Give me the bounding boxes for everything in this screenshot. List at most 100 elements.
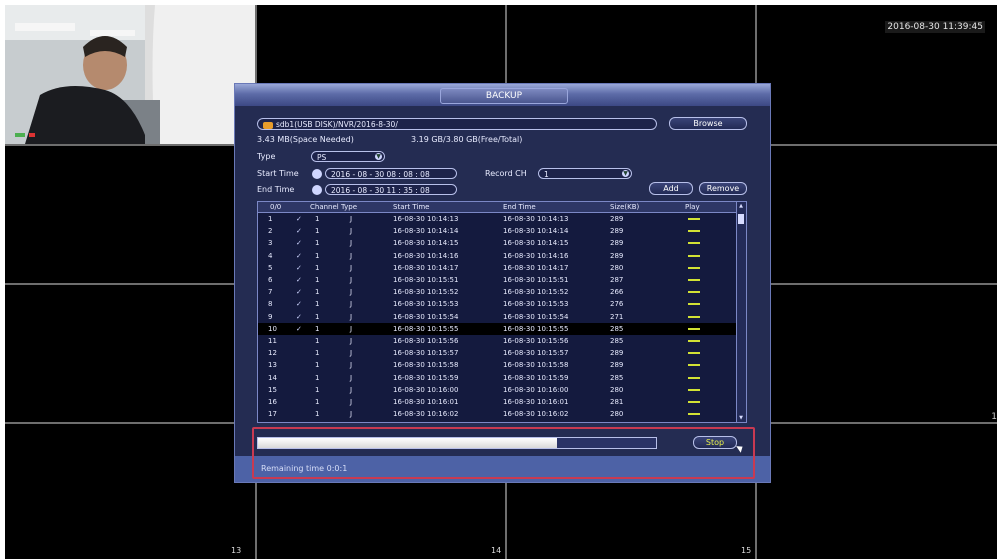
- cell-channel: 1: [315, 227, 320, 236]
- dialog-title: BACKUP: [440, 88, 568, 104]
- cell-index: 1: [268, 215, 273, 223]
- table-scrollbar[interactable]: ▲ ▼: [736, 202, 746, 422]
- cell-index: 8: [268, 300, 273, 309]
- cell-channel: 1: [315, 349, 320, 358]
- checkbox-icon[interactable]: ✓: [296, 323, 302, 335]
- cell-size: 280: [610, 385, 624, 394]
- play-icon[interactable]: [688, 218, 700, 220]
- cell-channel: 1: [315, 215, 320, 223]
- cell-start-time: 16-08-30 10:14:16: [393, 251, 459, 260]
- edge-mark: 1: [991, 412, 997, 422]
- dialog-titlebar[interactable]: BACKUP: [235, 84, 770, 106]
- cell-end-time: 16-08-30 10:15:53: [503, 300, 569, 309]
- table-row[interactable]: 14 1 J 16-08-30 10:15:59 16-08-30 10:15:59 28…: [258, 372, 736, 384]
- play-icon[interactable]: [688, 242, 700, 245]
- clock-icon: [312, 169, 322, 179]
- device-path-field[interactable]: sdb1(USB DISK)/NVR/2016-8-30/: [257, 118, 657, 130]
- table-row[interactable]: 3 1 J 16-08-30 10:14:15 16-08-30 10:14:15 289…: [258, 237, 736, 249]
- play-icon[interactable]: [688, 315, 700, 318]
- record-ch-select[interactable]: 1 ▼: [538, 168, 632, 179]
- cell-size: 285: [610, 324, 624, 333]
- table-row[interactable]: 17 1 J 16-08-30 10:16:02 16-08-30 10:16:02 28…: [258, 408, 736, 420]
- table-row[interactable]: 13 1 J 16-08-30 10:15:58 16-08-30 10:15:58 28…: [258, 359, 736, 371]
- table-row[interactable]: 16 1 J 16-08-30 10:16:01 16-08-30 10:16:01 28…: [258, 396, 736, 408]
- cell-channel: 1: [315, 239, 320, 248]
- cell-index: 6: [268, 276, 273, 284]
- browse-button[interactable]: Browse: [669, 117, 747, 130]
- play-icon[interactable]: [688, 376, 700, 379]
- cell-index: 9: [268, 312, 273, 321]
- scroll-up-icon[interactable]: ▲: [738, 203, 744, 209]
- cell-end-time: 16-08-30 10:16:01: [503, 398, 569, 406]
- cell-start-time: 16-08-30 10:15:53: [393, 300, 459, 309]
- record-table: 0/0 Channel Type Start Time End Time Siz…: [257, 201, 747, 423]
- cell-channel: 1: [315, 398, 320, 406]
- camera-image: [5, 5, 255, 144]
- cell-end-time: 16-08-30 10:14:13: [503, 215, 569, 223]
- table-row[interactable]: 6 1 J 16-08-30 10:15:51 16-08-30 10:15:51 287…: [258, 274, 736, 286]
- cell-index: 5: [268, 263, 273, 272]
- camera-feed-1[interactable]: [5, 5, 255, 144]
- table-row[interactable]: 4 1 J 16-08-30 10:14:16 16-08-30 10:14:16 289…: [258, 250, 736, 262]
- table-row[interactable]: 5 1 J 16-08-30 10:14:17 16-08-30 10:14:17 280…: [258, 262, 736, 274]
- play-icon[interactable]: [688, 401, 700, 403]
- play-icon[interactable]: [688, 413, 700, 416]
- play-icon[interactable]: [688, 388, 700, 391]
- end-time-input[interactable]: 2016 - 08 - 30 11 : 35 : 08: [325, 184, 457, 195]
- checkbox-icon[interactable]: ✓: [296, 286, 302, 298]
- cell-channel: 1: [315, 263, 320, 272]
- cell-index: 17: [268, 410, 277, 419]
- checkbox-icon[interactable]: ✓: [296, 237, 302, 249]
- checkbox-icon[interactable]: ✓: [296, 274, 302, 286]
- table-row[interactable]: 1 1 J 16-08-30 10:14:13 16-08-30 10:14:13 289…: [258, 213, 736, 225]
- table-row[interactable]: 10 1 J 16-08-30 10:15:55 16-08-30 10:15:55 28…: [258, 322, 736, 335]
- checkbox-icon[interactable]: ✓: [296, 298, 302, 310]
- cell-type: J: [350, 239, 353, 248]
- type-select-value: PS: [317, 153, 327, 162]
- table-row[interactable]: 15 1 J 16-08-30 10:16:00 16-08-30 10:16:00 28…: [258, 384, 736, 396]
- checkbox-icon[interactable]: ✓: [296, 311, 302, 323]
- cell-start-time: 16-08-30 10:15:52: [393, 288, 459, 297]
- play-icon[interactable]: [688, 279, 700, 281]
- free-total-text: 3.19 GB/3.80 GB(Free/Total): [411, 135, 523, 144]
- add-button[interactable]: Add: [649, 182, 693, 195]
- table-row[interactable]: 12 1 J 16-08-30 10:15:57 16-08-30 10:15:57 28…: [258, 347, 736, 359]
- type-select[interactable]: PS ▼: [311, 151, 385, 162]
- checkbox-icon[interactable]: ✓: [296, 213, 302, 225]
- checkbox-icon[interactable]: ✓: [296, 250, 302, 262]
- table-row[interactable]: 2 1 J 16-08-30 10:14:14 16-08-30 10:14:14 289…: [258, 225, 736, 237]
- cell-index: 3: [268, 239, 273, 248]
- scroll-down-icon[interactable]: ▼: [738, 415, 744, 421]
- cell-index: 7: [268, 288, 273, 297]
- table-row[interactable]: 8 1 J 16-08-30 10:15:53 16-08-30 10:15:53 276…: [258, 298, 736, 310]
- cell-end-time: 16-08-30 10:15:55: [503, 324, 569, 333]
- checkbox-icon[interactable]: ✓: [296, 262, 302, 274]
- scrollbar-thumb[interactable]: [738, 214, 744, 224]
- cell-size: 276: [610, 300, 624, 309]
- play-icon[interactable]: [688, 291, 700, 294]
- play-icon[interactable]: [688, 254, 700, 257]
- play-icon[interactable]: [688, 352, 700, 355]
- cell-channel: 1: [315, 361, 320, 370]
- col-header-start-time: Start Time: [393, 203, 430, 211]
- cell-size: 285: [610, 337, 624, 345]
- col-header-count[interactable]: 0/0: [270, 202, 281, 212]
- table-row[interactable]: 11 1 J 16-08-30 10:15:56 16-08-30 10:15:56 28…: [258, 335, 736, 347]
- play-icon[interactable]: [688, 230, 700, 233]
- col-header-end-time: End Time: [503, 203, 536, 211]
- play-icon[interactable]: [688, 266, 700, 269]
- cell-size: 289: [610, 349, 624, 358]
- checkbox-icon[interactable]: ✓: [296, 225, 302, 237]
- cell-size: 289: [610, 227, 624, 236]
- play-icon[interactable]: [688, 303, 700, 306]
- play-icon[interactable]: [688, 364, 700, 367]
- cell-size: 281: [610, 398, 624, 406]
- cell-type: J: [350, 324, 353, 333]
- remove-button[interactable]: Remove: [699, 182, 747, 195]
- play-icon[interactable]: [688, 340, 700, 342]
- cell-type: J: [350, 251, 353, 260]
- start-time-input[interactable]: 2016 - 08 - 30 08 : 08 : 08: [325, 168, 457, 179]
- table-row[interactable]: 9 1 J 16-08-30 10:15:54 16-08-30 10:15:54 271…: [258, 311, 736, 323]
- table-row[interactable]: 7 1 J 16-08-30 10:15:52 16-08-30 10:15:52 266…: [258, 286, 736, 298]
- play-icon[interactable]: [688, 327, 700, 330]
